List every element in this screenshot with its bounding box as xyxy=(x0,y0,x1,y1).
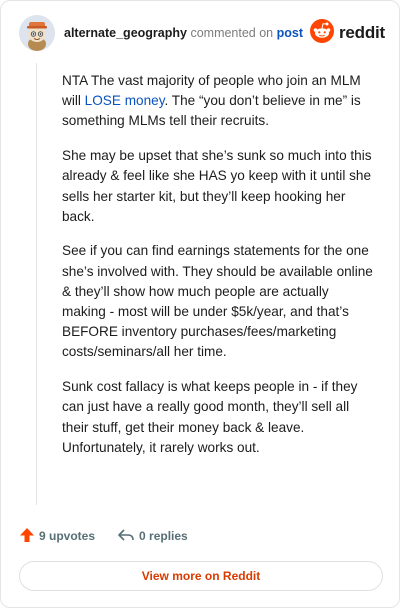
comment-paragraph: She may be upset that she’s sunk so much… xyxy=(62,148,372,224)
upvote-button[interactable]: 9 upvotes xyxy=(19,527,95,546)
comment-paragraph: Sunk cost fallacy is what keeps people i… xyxy=(62,379,358,455)
upvote-arrow-icon xyxy=(19,527,35,546)
comment-paragraph: NTA The vast majority of people who join… xyxy=(62,71,374,132)
reddit-wordmark: reddit xyxy=(338,23,385,42)
reply-arrow-icon xyxy=(117,527,135,546)
comment-byline: alternate_geography commented on post xyxy=(64,26,303,40)
comment-actions: 9 upvotes 0 replies xyxy=(19,527,188,545)
thread-line xyxy=(36,63,37,505)
reddit-logo-icon xyxy=(309,18,334,48)
commented-on-text: commented on xyxy=(190,26,274,40)
comment-header: alternate_geography commented on post re… xyxy=(19,15,385,53)
lose-money-link[interactable]: LOSE money xyxy=(85,93,165,108)
snoo-avatar-icon[interactable] xyxy=(19,15,55,51)
comment-body: NTA The vast majority of people who join… xyxy=(62,71,374,472)
comment-paragraph: See if you can find earnings statements … xyxy=(62,243,373,360)
reply-count: 0 replies xyxy=(139,529,188,543)
upvote-count: 9 upvotes xyxy=(39,529,96,543)
reddit-brand[interactable]: reddit xyxy=(309,18,385,48)
view-more-button[interactable]: View more on Reddit xyxy=(19,561,383,591)
username-link[interactable]: alternate_geography xyxy=(64,26,187,40)
post-link[interactable]: post xyxy=(277,26,303,40)
embedded-comment-card: alternate_geography commented on post re… xyxy=(0,0,400,608)
replies-button[interactable]: 0 replies xyxy=(117,527,188,546)
